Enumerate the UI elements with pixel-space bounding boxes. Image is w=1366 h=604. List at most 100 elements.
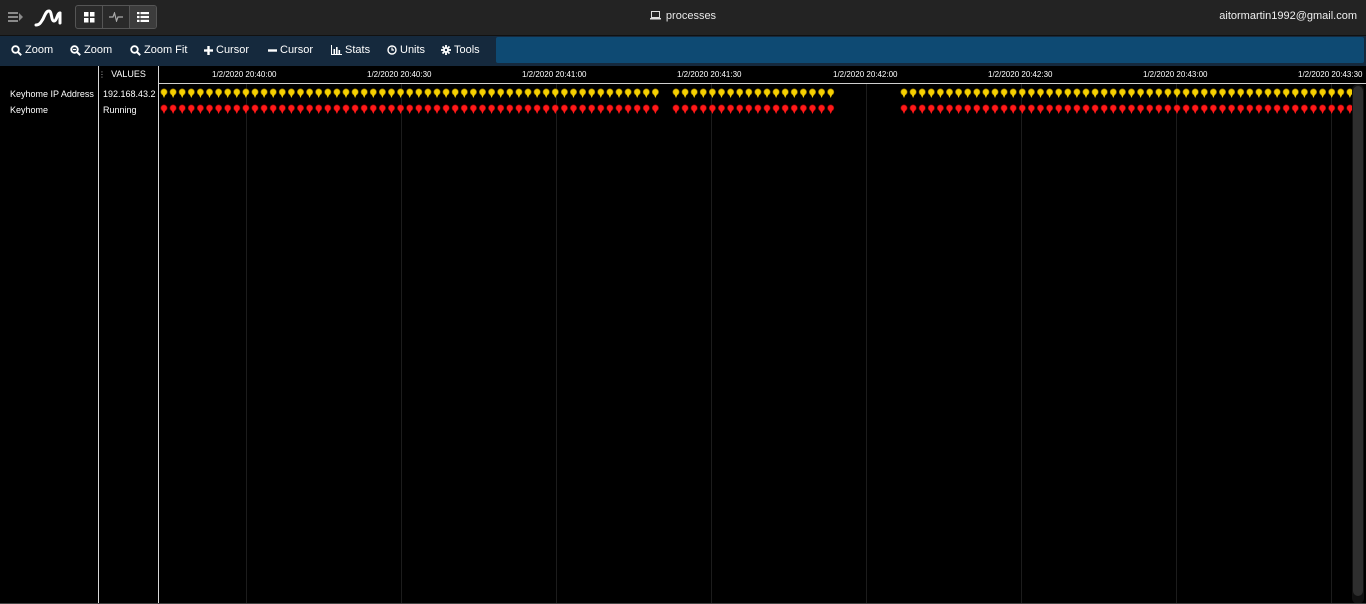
event-marker[interactable] (469, 104, 477, 114)
event-marker[interactable] (315, 104, 323, 114)
event-marker[interactable] (342, 104, 350, 114)
event-marker[interactable] (945, 88, 953, 98)
event-marker[interactable] (1328, 104, 1336, 114)
event-marker[interactable] (478, 104, 486, 114)
event-marker[interactable] (424, 104, 432, 114)
event-marker[interactable] (1000, 88, 1008, 98)
event-marker[interactable] (469, 88, 477, 98)
event-marker[interactable] (1209, 88, 1217, 98)
event-marker[interactable] (763, 88, 771, 98)
event-marker[interactable] (1319, 104, 1327, 114)
event-marker[interactable] (1091, 104, 1099, 114)
event-marker[interactable] (1118, 104, 1126, 114)
event-marker[interactable] (342, 88, 350, 98)
event-marker[interactable] (233, 104, 241, 114)
event-marker[interactable] (369, 88, 377, 98)
event-marker[interactable] (1082, 104, 1090, 114)
event-marker[interactable] (642, 88, 650, 98)
event-marker[interactable] (169, 104, 177, 114)
event-marker[interactable] (187, 88, 195, 98)
event-marker[interactable] (433, 104, 441, 114)
toolbar-expression-field[interactable] (496, 37, 1364, 63)
event-marker[interactable] (827, 104, 835, 114)
event-marker[interactable] (1228, 88, 1236, 98)
event-marker[interactable] (206, 104, 214, 114)
event-marker[interactable] (1073, 104, 1081, 114)
event-marker[interactable] (160, 104, 168, 114)
event-marker[interactable] (1182, 88, 1190, 98)
zoom-fit-button[interactable]: Zoom Fit (130, 44, 187, 56)
event-marker[interactable] (306, 104, 314, 114)
event-marker[interactable] (708, 88, 716, 98)
event-marker[interactable] (651, 104, 659, 114)
event-marker[interactable] (442, 104, 450, 114)
event-marker[interactable] (799, 104, 807, 114)
event-marker[interactable] (1264, 88, 1272, 98)
event-marker[interactable] (278, 88, 286, 98)
event-marker[interactable] (551, 104, 559, 114)
event-marker[interactable] (506, 88, 514, 98)
event-marker[interactable] (424, 88, 432, 98)
event-marker[interactable] (1273, 88, 1281, 98)
zoom-in-button[interactable]: Zoom (11, 44, 53, 56)
event-marker[interactable] (615, 88, 623, 98)
event-marker[interactable] (524, 104, 532, 114)
event-marker[interactable] (369, 104, 377, 114)
event-marker[interactable] (260, 104, 268, 114)
event-marker[interactable] (1137, 104, 1145, 114)
event-marker[interactable] (488, 88, 496, 98)
event-marker[interactable] (1027, 88, 1035, 98)
event-marker[interactable] (451, 88, 459, 98)
event-marker[interactable] (1155, 88, 1163, 98)
event-marker[interactable] (927, 88, 935, 98)
event-marker[interactable] (1064, 88, 1072, 98)
event-marker[interactable] (736, 104, 744, 114)
event-marker[interactable] (624, 104, 632, 114)
event-marker[interactable] (196, 104, 204, 114)
event-marker[interactable] (754, 88, 762, 98)
event-marker[interactable] (533, 104, 541, 114)
event-marker[interactable] (351, 104, 359, 114)
event-marker[interactable] (754, 104, 762, 114)
event-marker[interactable] (690, 88, 698, 98)
event-marker[interactable] (633, 104, 641, 114)
event-marker[interactable] (1146, 88, 1154, 98)
event-marker[interactable] (1118, 88, 1126, 98)
event-marker[interactable] (1137, 88, 1145, 98)
event-marker[interactable] (1191, 104, 1199, 114)
event-marker[interactable] (964, 104, 972, 114)
event-marker[interactable] (699, 88, 707, 98)
event-marker[interactable] (633, 88, 641, 98)
event-marker[interactable] (727, 88, 735, 98)
event-marker[interactable] (1273, 104, 1281, 114)
event-marker[interactable] (909, 104, 917, 114)
event-marker[interactable] (642, 104, 650, 114)
event-marker[interactable] (1009, 104, 1017, 114)
event-marker[interactable] (178, 104, 186, 114)
event-marker[interactable] (781, 104, 789, 114)
event-marker[interactable] (918, 104, 926, 114)
event-marker[interactable] (1164, 104, 1172, 114)
event-marker[interactable] (1055, 88, 1063, 98)
event-marker[interactable] (579, 88, 587, 98)
event-marker[interactable] (542, 104, 550, 114)
event-marker[interactable] (1237, 88, 1245, 98)
event-marker[interactable] (1291, 104, 1299, 114)
event-marker[interactable] (1146, 104, 1154, 114)
event-marker[interactable] (927, 104, 935, 114)
event-marker[interactable] (1264, 104, 1272, 114)
event-marker[interactable] (672, 104, 680, 114)
event-marker[interactable] (206, 88, 214, 98)
event-marker[interactable] (1164, 88, 1172, 98)
vertical-scrollbar[interactable] (1352, 84, 1364, 604)
event-marker[interactable] (615, 104, 623, 114)
event-marker[interactable] (588, 88, 596, 98)
event-marker[interactable] (1073, 88, 1081, 98)
event-marker[interactable] (597, 104, 605, 114)
event-marker[interactable] (1237, 104, 1245, 114)
name-column-divider[interactable] (98, 66, 99, 604)
event-marker[interactable] (169, 88, 177, 98)
event-marker[interactable] (1018, 88, 1026, 98)
event-marker[interactable] (178, 88, 186, 98)
event-marker[interactable] (717, 88, 725, 98)
